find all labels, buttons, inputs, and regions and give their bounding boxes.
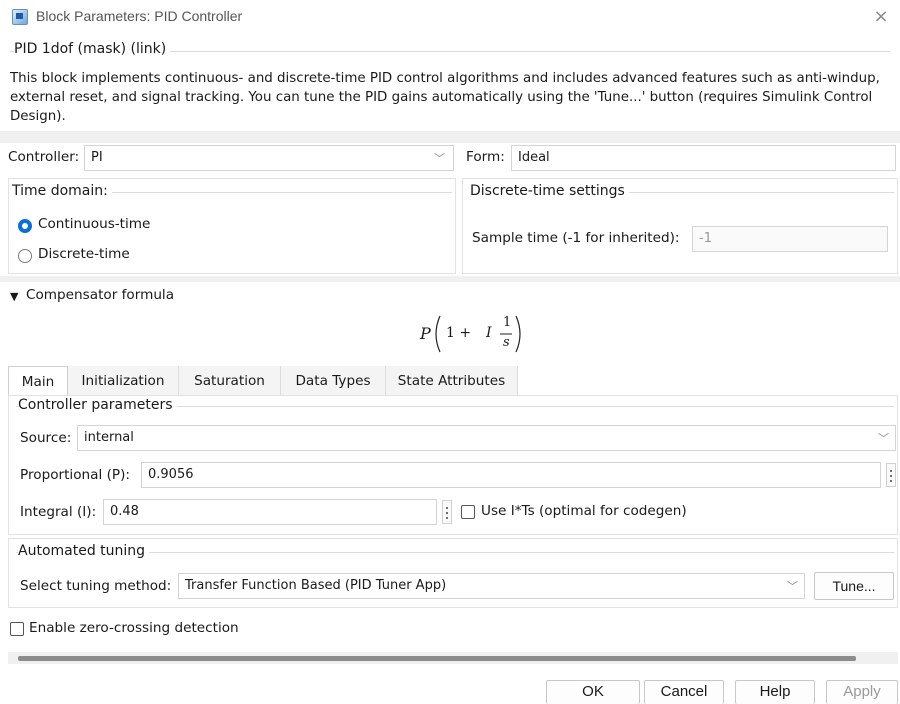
- tuning-method-dropdown[interactable]: Transfer Function Based (PID Tuner App) …: [178, 573, 805, 599]
- tab-initialization[interactable]: Initialization: [68, 366, 179, 396]
- collapse-triangle-icon[interactable]: ▼: [10, 290, 18, 303]
- ok-button[interactable]: OK: [546, 680, 640, 704]
- formula-denominator: s: [503, 335, 510, 350]
- chevron-down-icon: ﹀: [787, 580, 798, 593]
- tune-button[interactable]: Tune...: [814, 572, 894, 600]
- tuning-method-value: Transfer Function Based (PID Tuner App): [185, 578, 447, 593]
- proportional-label: Proportional (P):: [20, 467, 130, 483]
- source-label: Source:: [20, 430, 72, 446]
- integral-field[interactable]: 0.48: [103, 499, 437, 525]
- compensator-formula: P 1 + I 1 s: [420, 312, 530, 356]
- formula-p: P: [420, 324, 431, 343]
- controller-value: PI: [91, 150, 103, 165]
- zero-crossing-checkbox[interactable]: [10, 622, 24, 636]
- mask-group-title: PID 1dof (mask) (link): [14, 41, 171, 57]
- proportional-field[interactable]: 0.9056: [141, 462, 881, 488]
- continuous-time-radio[interactable]: [18, 219, 32, 233]
- chevron-down-icon: ﹀: [878, 432, 889, 445]
- simulink-app-icon: [12, 9, 28, 25]
- tab-state-attributes[interactable]: State Attributes: [386, 366, 518, 396]
- formula-i: I: [486, 325, 492, 341]
- section-divider: [0, 131, 900, 143]
- source-value: internal: [84, 430, 134, 445]
- discrete-time-label: Discrete-time: [38, 246, 130, 262]
- source-dropdown[interactable]: internal ﹀: [77, 425, 896, 451]
- compensator-formula-label[interactable]: Compensator formula: [26, 287, 174, 303]
- window-title: Block Parameters: PID Controller: [36, 8, 243, 24]
- help-button[interactable]: Help: [735, 680, 815, 704]
- integral-label: Integral (I):: [20, 504, 97, 520]
- tab-main[interactable]: Main: [8, 366, 68, 397]
- sample-time-field[interactable]: -1: [692, 226, 888, 252]
- controller-params-title: Controller parameters: [18, 397, 177, 413]
- formula-numerator: 1: [503, 315, 512, 330]
- chevron-down-icon: ﹀: [434, 152, 445, 165]
- form-value: Ideal: [518, 150, 550, 165]
- section-divider-2: [0, 276, 900, 282]
- automated-tuning-title: Automated tuning: [18, 543, 150, 559]
- integral-options-icon[interactable]: [442, 500, 452, 524]
- apply-button[interactable]: Apply: [826, 680, 898, 704]
- block-description: This block implements continuous- and di…: [10, 71, 880, 124]
- close-button[interactable]: ×: [868, 4, 894, 30]
- tuning-method-label: Select tuning method:: [20, 578, 172, 594]
- controller-dropdown[interactable]: PI ﹀: [84, 145, 454, 171]
- time-domain-title: Time domain:: [12, 183, 112, 199]
- tab-data-types[interactable]: Data Types: [281, 366, 386, 396]
- cancel-button[interactable]: Cancel: [644, 680, 724, 704]
- sample-time-label: Sample time (-1 for inherited):: [472, 230, 680, 246]
- tab-saturation[interactable]: Saturation: [179, 366, 281, 396]
- formula-one-plus: 1 +: [446, 325, 472, 341]
- horizontal-scrollbar-thumb[interactable]: [18, 656, 856, 661]
- continuous-time-label: Continuous-time: [38, 216, 151, 232]
- discrete-time-radio[interactable]: [18, 249, 32, 263]
- use-its-label: Use I*Ts (optimal for codegen): [481, 503, 687, 519]
- proportional-options-icon[interactable]: [886, 463, 896, 487]
- discrete-settings-title: Discrete-time settings: [470, 183, 629, 199]
- controller-label: Controller:: [8, 149, 80, 165]
- form-dropdown[interactable]: Ideal: [511, 145, 896, 171]
- use-its-checkbox[interactable]: [461, 505, 475, 519]
- zero-crossing-label: Enable zero-crossing detection: [29, 620, 239, 636]
- form-label: Form:: [466, 149, 505, 165]
